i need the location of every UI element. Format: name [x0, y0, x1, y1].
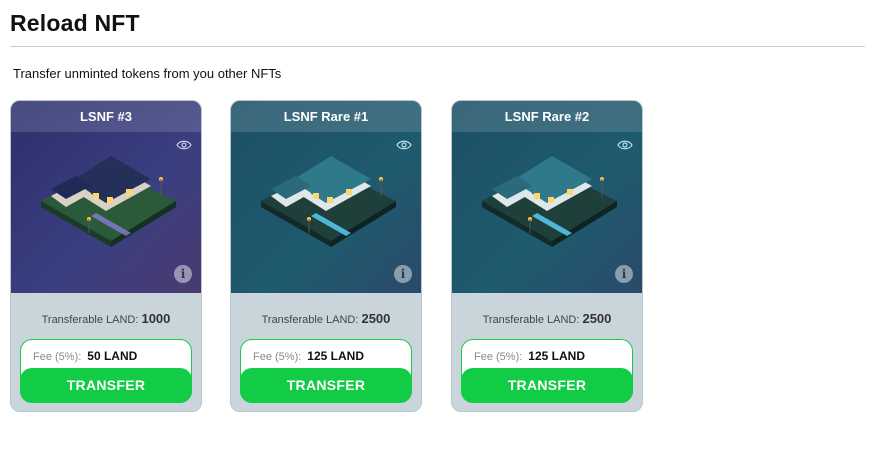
- fee-row: Fee (5%): 125 LAND: [474, 349, 585, 363]
- transferable-label: Transferable LAND:: [41, 314, 139, 326]
- nft-name: LSNF Rare #1: [231, 101, 421, 132]
- transferable-label: Transferable LAND:: [261, 314, 359, 326]
- info-icon[interactable]: i: [394, 265, 412, 283]
- eye-icon[interactable]: [396, 139, 412, 151]
- reload-nft-modal: Reload NFT Transfer unminted tokens from…: [0, 0, 875, 462]
- nft-name: LSNF Rare #2: [452, 101, 642, 132]
- fee-label: Fee (5%):: [474, 351, 523, 363]
- nft-card[interactable]: LSNF Rare #1 i Transferable LAND: 2500 F…: [230, 100, 422, 412]
- info-icon[interactable]: i: [174, 265, 192, 283]
- transferable-land: Transferable LAND: 1000: [11, 311, 201, 326]
- transfer-button[interactable]: TRANSFER: [461, 368, 633, 403]
- fee-label: Fee (5%):: [33, 351, 82, 363]
- house-illustration: [41, 156, 176, 247]
- modal-subtitle: Transfer unminted tokens from you other …: [13, 66, 282, 81]
- nft-card[interactable]: LSNF #3 i Transferable LAND: 1000 Fee (5…: [10, 100, 202, 412]
- transferable-value: 1000: [141, 311, 171, 326]
- fee-label: Fee (5%):: [253, 351, 302, 363]
- transferable-label: Transferable LAND:: [482, 314, 580, 326]
- divider: [10, 46, 865, 47]
- house-illustration: [482, 156, 617, 247]
- transfer-button[interactable]: TRANSFER: [20, 368, 192, 403]
- fee-row: Fee (5%): 50 LAND: [33, 349, 137, 363]
- transferable-value: 2500: [361, 311, 391, 326]
- transferable-value: 2500: [582, 311, 612, 326]
- fee-box: Fee (5%): 125 LAND TRANSFER: [461, 339, 633, 403]
- nft-name: LSNF #3: [11, 101, 201, 132]
- fee-box: Fee (5%): 125 LAND TRANSFER: [240, 339, 412, 403]
- page-title: Reload NFT: [10, 10, 140, 36]
- nft-card[interactable]: LSNF Rare #2 i Transferable LAND: 2500 F…: [451, 100, 643, 412]
- fee-row: Fee (5%): 125 LAND: [253, 349, 364, 363]
- eye-icon[interactable]: [617, 139, 633, 151]
- eye-icon[interactable]: [176, 139, 192, 151]
- fee-box: Fee (5%): 50 LAND TRANSFER: [20, 339, 192, 403]
- transfer-button[interactable]: TRANSFER: [240, 368, 412, 403]
- fee-value: 125 LAND: [528, 349, 585, 363]
- house-illustration: [261, 156, 396, 247]
- transferable-land: Transferable LAND: 2500: [452, 311, 642, 326]
- transferable-land: Transferable LAND: 2500: [231, 311, 421, 326]
- info-icon[interactable]: i: [615, 265, 633, 283]
- fee-value: 50 LAND: [87, 349, 138, 363]
- fee-value: 125 LAND: [307, 349, 364, 363]
